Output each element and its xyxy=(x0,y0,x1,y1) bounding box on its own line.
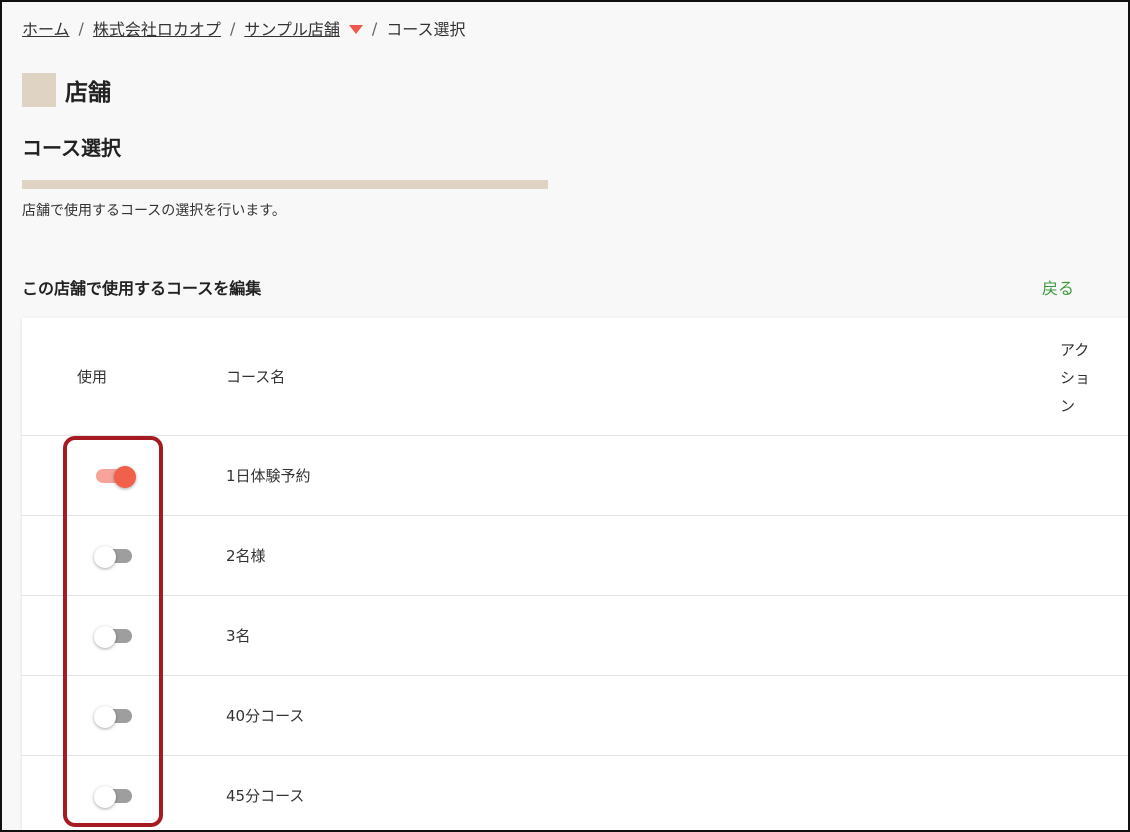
divider-bar xyxy=(22,180,548,189)
column-header-course-name: コース名 xyxy=(226,368,286,386)
breadcrumb-separator: / xyxy=(229,18,236,38)
table-row: 2名様 xyxy=(22,516,1128,596)
column-header-use: 使用 xyxy=(77,368,108,386)
use-toggle[interactable] xyxy=(94,706,132,728)
use-toggle[interactable] xyxy=(94,546,132,568)
table-row: 3名 xyxy=(22,596,1128,676)
toggle-thumb xyxy=(114,466,136,488)
breadcrumb-separator: / xyxy=(371,18,378,38)
breadcrumb-separator: / xyxy=(78,18,84,38)
course-name: 45分コース xyxy=(226,787,305,805)
toggle-thumb xyxy=(94,626,116,648)
breadcrumb-company-link[interactable]: 株式会社ロカオプ xyxy=(93,16,221,40)
use-toggle[interactable] xyxy=(94,626,132,648)
page-frame: ホーム / 株式会社ロカオプ / サンプル店舗 / コース選択 店舗 コース選択… xyxy=(0,0,1130,832)
table-header: 使用 コース名 アクション xyxy=(22,318,1128,436)
course-name: 40分コース xyxy=(226,707,305,725)
page-title: 店舗 xyxy=(65,80,111,106)
back-link[interactable]: 戻る xyxy=(1042,275,1074,299)
heading-accent-block xyxy=(22,73,56,107)
toggle-thumb xyxy=(94,706,116,728)
table-row: 40分コース xyxy=(22,676,1128,756)
use-toggle[interactable] xyxy=(94,786,132,808)
breadcrumb-current: コース選択 xyxy=(386,20,466,39)
course-table: 使用 コース名 アクション 1日体験予約 2名様 3名 40分コース 45分コー… xyxy=(22,318,1128,830)
toggle-thumb xyxy=(94,546,116,568)
table-row: 45分コース xyxy=(22,756,1128,830)
use-toggle[interactable] xyxy=(96,466,136,488)
breadcrumb-store-link[interactable]: サンプル店舗 xyxy=(244,16,340,40)
course-name: 1日体験予約 xyxy=(226,467,311,485)
section-title: この店舗で使用するコースを編集 xyxy=(22,279,262,298)
breadcrumb: ホーム / 株式会社ロカオプ / サンプル店舗 / コース選択 xyxy=(22,16,465,40)
course-name: 2名様 xyxy=(226,547,266,565)
page-heading: 店舗 xyxy=(22,73,111,107)
toggle-thumb xyxy=(94,786,116,808)
course-name: 3名 xyxy=(226,627,251,645)
page-description: 店舗で使用するコースの選択を行います。 xyxy=(22,203,286,219)
page-subtitle: コース選択 xyxy=(22,136,121,160)
breadcrumb-home-link[interactable]: ホーム xyxy=(22,16,70,40)
caret-down-icon[interactable] xyxy=(348,24,363,34)
column-header-action: アクション xyxy=(1060,341,1091,415)
table-row: 1日体験予約 xyxy=(22,436,1128,516)
